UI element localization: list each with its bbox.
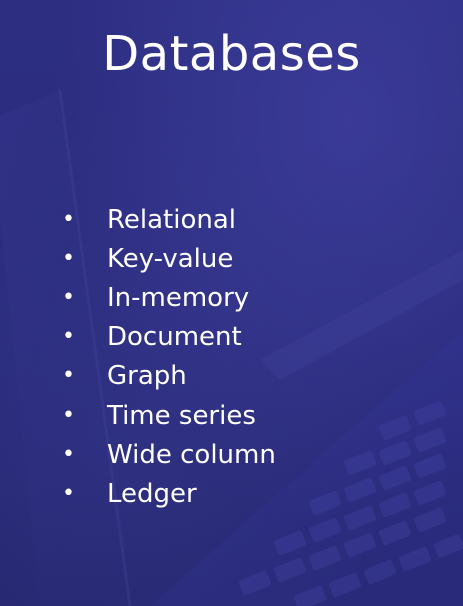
bullet-list: • Relational • Key-value • In-memory • D…	[62, 200, 276, 514]
bullet-point: •	[62, 402, 75, 428]
bullet-point: •	[62, 284, 75, 310]
slide: Databases • Relational • Key-value • In-…	[0, 0, 463, 606]
bullet-point: •	[62, 206, 75, 232]
list-item: • Document	[62, 318, 276, 357]
list-item: • In-memory	[62, 278, 276, 317]
bullet-point: •	[62, 441, 75, 467]
bullet-point: •	[62, 245, 75, 271]
list-item: • Relational	[62, 200, 276, 239]
bullet-point: •	[62, 363, 75, 389]
list-item: • Ledger	[62, 474, 276, 513]
list-item: • Wide column	[62, 435, 276, 474]
list-item: • Key-value	[62, 239, 276, 278]
list-item-label: Ledger	[107, 478, 197, 509]
list-item-label: Key-value	[107, 243, 234, 274]
list-item-label: In-memory	[107, 282, 250, 313]
list-item-label: Document	[107, 322, 242, 353]
bullet-point: •	[62, 324, 75, 350]
list-item-label: Relational	[107, 204, 237, 235]
list-item: • Graph	[62, 357, 276, 396]
slide-title: Databases	[102, 26, 361, 82]
bullet-point: •	[62, 480, 75, 506]
list-item-label: Wide column	[107, 439, 276, 470]
list-item-label: Time series	[107, 400, 256, 431]
list-item: • Time series	[62, 396, 276, 435]
list-item-label: Graph	[107, 361, 187, 392]
